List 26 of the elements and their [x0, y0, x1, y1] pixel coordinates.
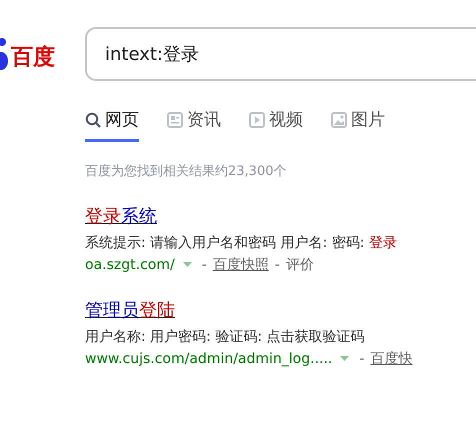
tab[interactable]: 网页: [85, 108, 139, 142]
result-url: www.cujs.com/admin/admin_log.....: [85, 351, 332, 367]
search-field[interactable]: intext:登录: [85, 27, 476, 81]
image-icon: [331, 112, 347, 128]
cached-page-link[interactable]: 百度快照: [212, 256, 269, 274]
paw-icon: [0, 37, 10, 71]
result-snippet: 用户名称: 用户密码: 验证码: 点击获取验证码: [85, 328, 366, 346]
separator: -: [202, 257, 207, 273]
caret-icon[interactable]: [340, 356, 350, 362]
tab[interactable]: 视频: [249, 108, 303, 142]
result-count: 百度为您找到相关结果约23,300个: [85, 163, 288, 180]
search-icon: [85, 112, 101, 128]
cached-page-link[interactable]: 百度快: [370, 350, 412, 368]
separator: -: [359, 351, 364, 367]
logo-text: 百度: [11, 45, 55, 71]
caret-icon[interactable]: [182, 262, 192, 268]
rate-link[interactable]: 评价: [286, 256, 314, 274]
result-title-link[interactable]: 登录系统: [85, 204, 157, 228]
tab[interactable]: 图片: [331, 108, 385, 142]
result-title-link[interactable]: 管理员登陆: [85, 298, 175, 322]
play-icon: [249, 112, 265, 128]
result-snippet: 系统提示: 请输入用户名和密码 用户名: 密码: 登录: [85, 234, 398, 252]
tab[interactable]: 资讯: [167, 108, 221, 142]
separator: -: [274, 257, 280, 273]
news-icon: [167, 112, 183, 128]
result-url: oa.szgt.com/: [85, 257, 175, 273]
